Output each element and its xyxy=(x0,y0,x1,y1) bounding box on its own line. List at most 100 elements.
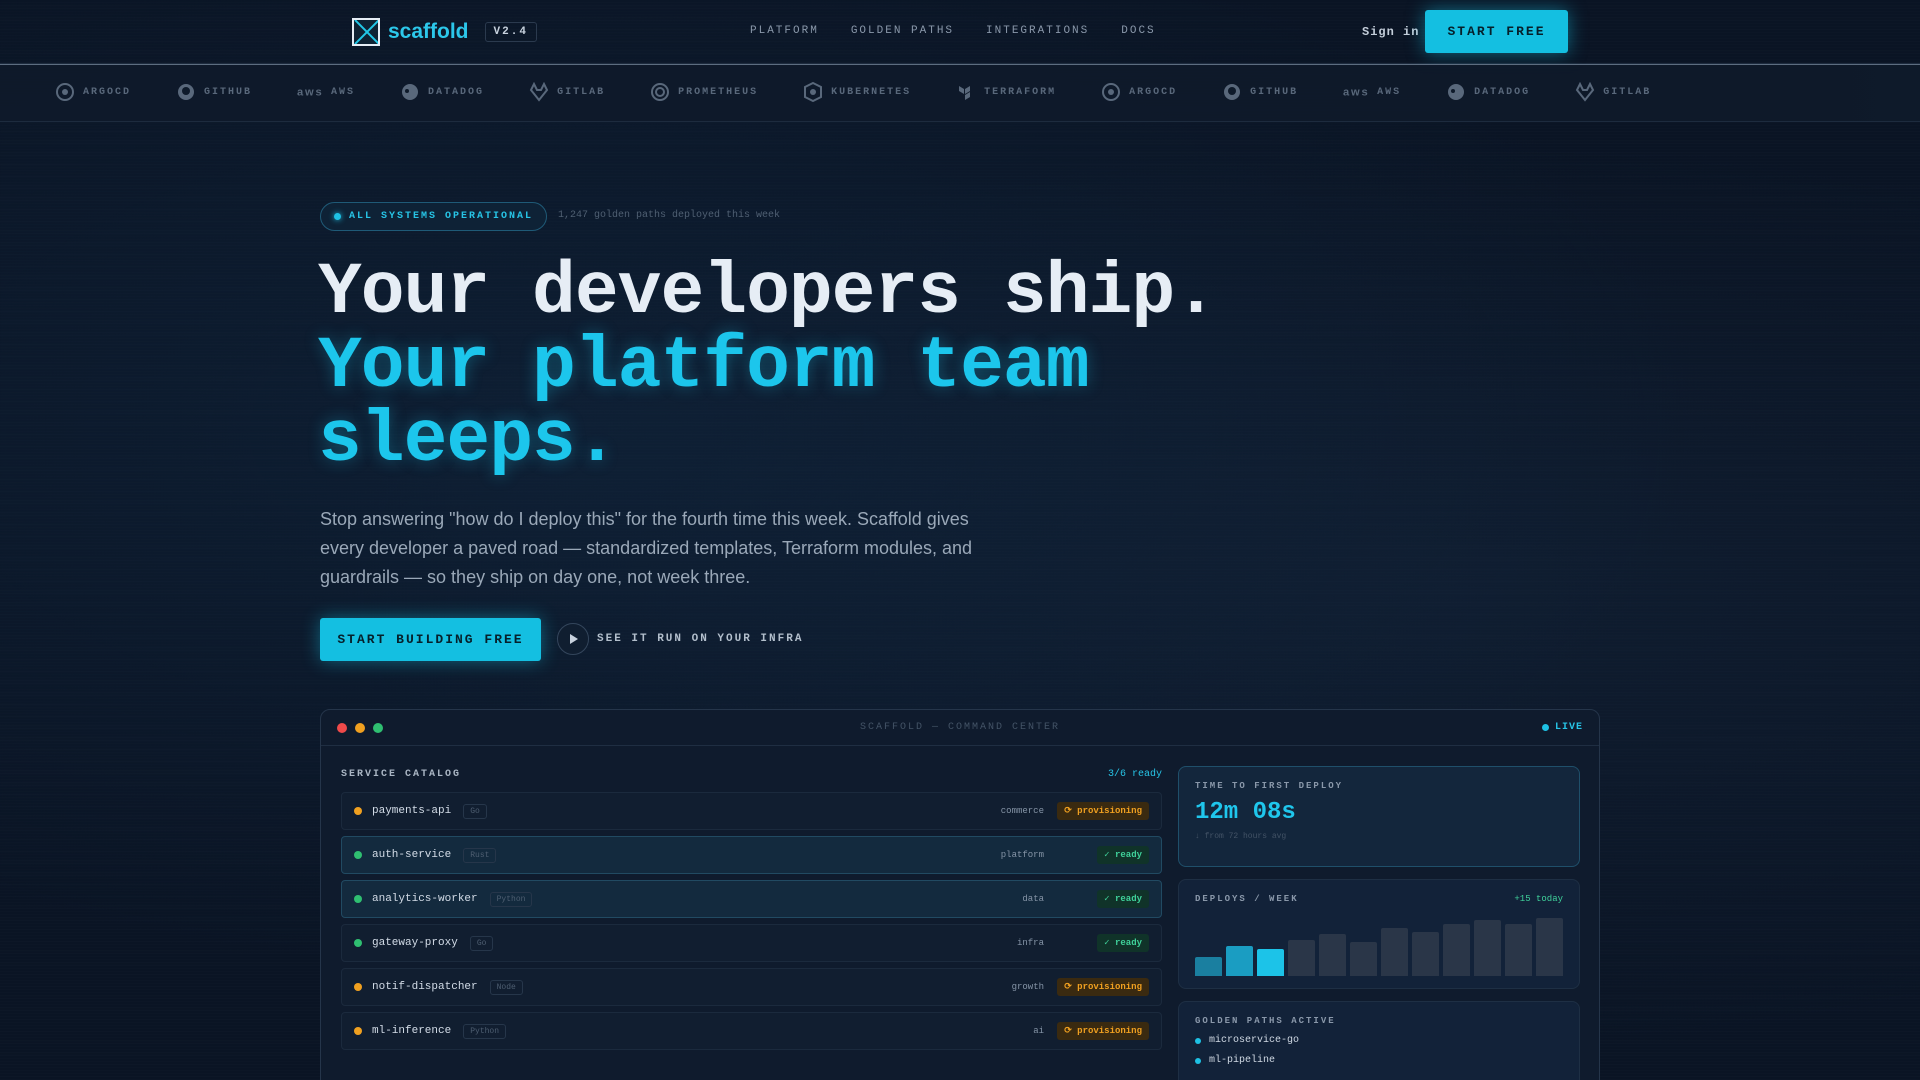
ttfd-card: TIME TO FIRST DEPLOY 12m 08s ↓ from 72 h… xyxy=(1178,766,1580,867)
status-text: ALL SYSTEMS OPERATIONAL xyxy=(349,211,534,222)
status-dot-icon xyxy=(354,851,362,859)
catalog-header: SERVICE CATALOG 3/6 ready xyxy=(341,766,1162,782)
integration-label: DATADOG xyxy=(428,86,485,98)
integration-aws: aws AWS xyxy=(1343,82,1401,102)
sign-in-link[interactable]: Sign in xyxy=(1362,25,1419,39)
language-tag: Python xyxy=(489,891,533,907)
integration-label: GITHUB xyxy=(204,86,253,98)
integration-datadog: DATADOG xyxy=(400,82,484,102)
status-dot-icon xyxy=(354,983,362,991)
terraform-icon xyxy=(956,82,976,102)
nav-link-docs[interactable]: DOCS xyxy=(1121,25,1155,37)
deploys-card: DEPLOYS / WEEK +15 today xyxy=(1178,879,1580,989)
service-row[interactable]: analytics-worker Python data ✓ ready xyxy=(341,880,1162,918)
catalog-ready-count: 3/6 ready xyxy=(1107,768,1162,780)
ttfd-sub: ↓ from 72 hours avg xyxy=(1195,832,1287,841)
language-tag: Rust xyxy=(463,847,497,863)
status-badge: ⟳ provisioning xyxy=(1057,802,1149,820)
status-dot-icon xyxy=(354,939,362,947)
path-dot-icon xyxy=(1195,1037,1201,1044)
datadog-icon xyxy=(400,82,420,102)
deploy-bar xyxy=(1350,942,1377,976)
start-building-button[interactable]: START BUILDING FREE xyxy=(320,618,541,661)
nav-link-platform[interactable]: PLATFORM xyxy=(750,25,819,37)
integration-aws: aws AWS xyxy=(297,82,355,102)
service-row[interactable]: ml-inference Python ai ⟳ provisioning xyxy=(341,1012,1162,1050)
integrations-list: ARGOCD GITHUB aws AWS DATADOG GITLAB PROMETHEU… xyxy=(55,82,1696,102)
integration-label: ARGOCD xyxy=(1129,86,1178,98)
deploy-bar xyxy=(1381,927,1408,976)
hero-headline: Your developers ship. Your platform team… xyxy=(318,256,1218,482)
status-dot-icon xyxy=(334,213,341,220)
headline-line-3: sleeps. xyxy=(318,399,619,482)
status-badge: ✓ ready xyxy=(1097,934,1149,952)
logo[interactable]: scaffold V2.4 xyxy=(352,18,537,46)
deploy-bar xyxy=(1288,940,1315,976)
strip-fade xyxy=(1830,65,1920,121)
deploy-count-text: 1,247 golden paths deployed this week xyxy=(558,210,781,221)
integration-label: PROMETHEUS xyxy=(678,86,759,98)
aws-icon: aws xyxy=(1343,82,1369,102)
golden-path-item: ml-pipeline xyxy=(1195,1055,1563,1066)
catalog-title: SERVICE CATALOG xyxy=(341,768,462,780)
service-row[interactable]: gateway-proxy Go infra ✓ ready xyxy=(341,924,1162,962)
golden-paths-card: GOLDEN PATHS ACTIVE microservice-go ml-pi… xyxy=(1178,1001,1580,1080)
deploy-bar xyxy=(1412,931,1439,976)
service-name: notif-dispatcher xyxy=(372,981,478,993)
golden-path-name: microservice-go xyxy=(1209,1035,1300,1046)
status-pill: ALL SYSTEMS OPERATIONAL xyxy=(320,202,548,231)
status-badge: ✓ ready xyxy=(1097,890,1149,908)
start-free-button[interactable]: START FREE xyxy=(1425,10,1568,53)
svg-text:aws: aws xyxy=(1343,87,1369,99)
service-catalog: SERVICE CATALOG 3/6 ready payments-api Go… xyxy=(341,766,1162,1056)
integration-label: GITLAB xyxy=(1603,86,1652,98)
nav-link-integrations[interactable]: INTEGRATIONS xyxy=(986,25,1089,37)
integration-datadog: DATADOG xyxy=(1446,82,1530,102)
integration-label: GITHUB xyxy=(1250,86,1299,98)
deploy-bar xyxy=(1505,924,1532,976)
integration-gitlab: GITLAB xyxy=(1575,82,1651,102)
integration-prometheus: PROMETHEUS xyxy=(650,82,758,102)
deploy-bar xyxy=(1226,945,1253,976)
watch-demo-link[interactable]: SEE IT RUN ON YOUR INFRA xyxy=(597,633,803,645)
metrics-panel: TIME TO FIRST DEPLOY 12m 08s ↓ from 72 h… xyxy=(1178,766,1580,1080)
deploy-bar xyxy=(1319,934,1346,976)
nav-link-golden-paths[interactable]: GOLDEN PATHS xyxy=(851,25,954,37)
live-label: LIVE xyxy=(1554,722,1583,733)
gitlab-icon xyxy=(1575,82,1595,102)
window-titlebar: SCAFFOLD — COMMAND CENTER LIVE xyxy=(321,710,1599,746)
status-badge: ⟳ provisioning xyxy=(1057,978,1149,996)
integration-label: DATADOG xyxy=(1474,86,1531,98)
golden-path-item: microservice-go xyxy=(1195,1035,1563,1046)
ttfd-label: TIME TO FIRST DEPLOY xyxy=(1195,781,1344,791)
language-tag: Node xyxy=(489,979,523,995)
argocd-icon xyxy=(55,82,75,102)
headline-line-2: Your platform team xyxy=(318,325,1090,408)
team-label: ai xyxy=(1033,1026,1044,1036)
integration-label: KUBERNETES xyxy=(831,86,912,98)
play-icon[interactable] xyxy=(557,623,589,655)
version-badge: V2.4 xyxy=(484,22,537,42)
ttfd-value: 12m 08s xyxy=(1195,799,1296,826)
integration-label: AWS xyxy=(1377,86,1402,98)
deploy-bar xyxy=(1443,923,1470,976)
service-name: payments-api xyxy=(372,805,452,817)
top-nav: scaffold V2.4 PLATFORM GOLDEN PATHS INTE… xyxy=(0,0,1920,64)
deploy-bar xyxy=(1195,957,1222,976)
status-dot-icon xyxy=(354,895,362,903)
integration-kubernetes: KUBERNETES xyxy=(803,82,911,102)
service-row[interactable]: payments-api Go commerce ⟳ provisioning xyxy=(341,792,1162,830)
service-row[interactable]: auth-service Rust platform ✓ ready xyxy=(341,836,1162,874)
command-center-window: SCAFFOLD — COMMAND CENTER LIVE SERVICE C… xyxy=(320,709,1600,1080)
integration-github: GITHUB xyxy=(1222,82,1298,102)
integration-label: TERRAFORM xyxy=(984,86,1057,98)
service-row[interactable]: notif-dispatcher Node growth ⟳ provisioning xyxy=(341,968,1162,1006)
team-label: data xyxy=(1022,894,1044,904)
integration-terraform: TERRAFORM xyxy=(956,82,1056,102)
integration-label: AWS xyxy=(331,86,356,98)
deploys-today: +15 today xyxy=(1514,894,1563,904)
deploy-bar xyxy=(1474,919,1501,976)
service-name: gateway-proxy xyxy=(372,937,458,949)
service-name: analytics-worker xyxy=(372,893,478,905)
service-name: auth-service xyxy=(372,849,452,861)
